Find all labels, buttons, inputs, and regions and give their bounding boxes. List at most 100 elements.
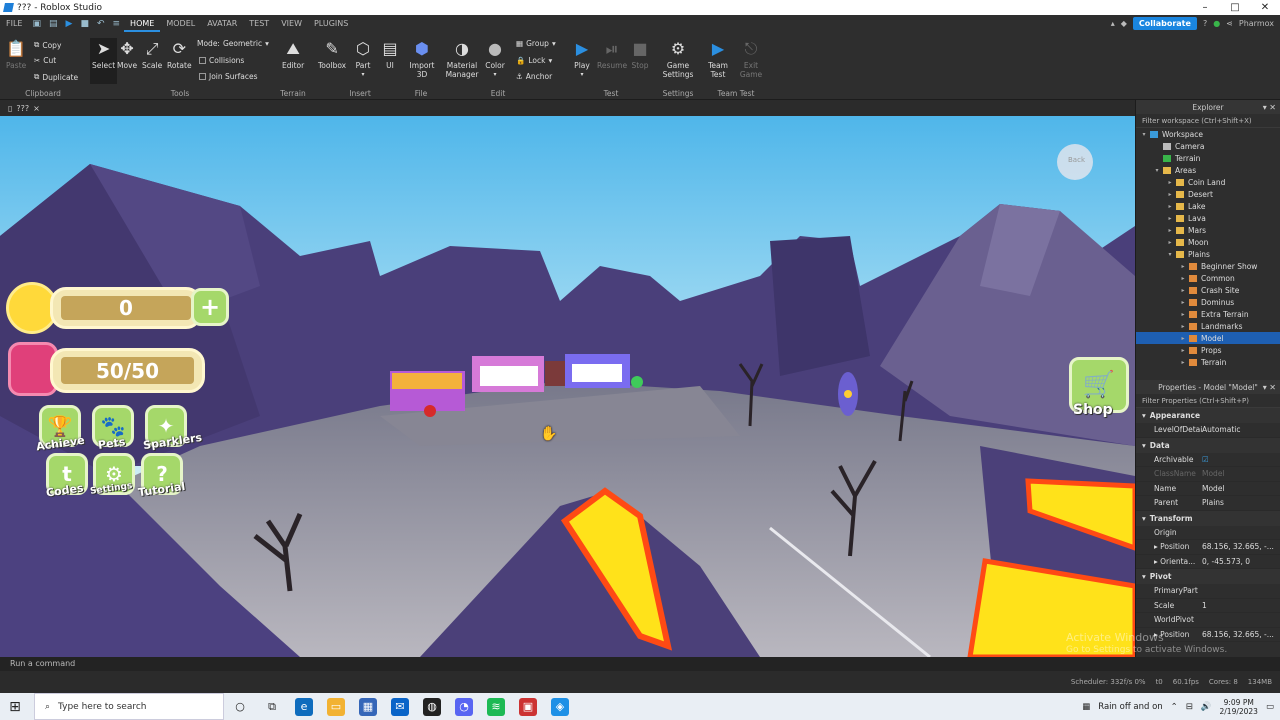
help-icon[interactable]: ? [1203, 19, 1207, 28]
tab-view[interactable]: VIEW [275, 15, 308, 32]
share-icon[interactable]: ⋖ [1226, 19, 1233, 28]
close-panel-icon[interactable]: ▾ ✕ [1263, 103, 1276, 112]
toolbox-button[interactable]: ✎ Toolbox [318, 38, 346, 70]
explorer-item[interactable]: Terrain [1136, 152, 1280, 164]
quick-play-icon[interactable]: ▶ [62, 19, 77, 29]
property-category[interactable]: ▾ Transform [1136, 510, 1280, 526]
expand-arrow-icon[interactable]: ▸ [1179, 359, 1187, 366]
expand-arrow-icon[interactable]: ▸ [1166, 239, 1174, 246]
explorer-item[interactable]: ▸ Dominus [1136, 296, 1280, 308]
anchor-button[interactable]: ⚓ Anchor [516, 72, 552, 81]
expand-arrow-icon[interactable]: ▾ [1140, 131, 1148, 138]
explorer-item[interactable]: ▸ Model [1136, 332, 1280, 344]
explorer-item[interactable]: ▸ Desert [1136, 188, 1280, 200]
collisions-checkbox[interactable]: Collisions [199, 56, 244, 65]
select-tool-button[interactable]: ➤ Select [90, 38, 118, 84]
terrain-editor-button[interactable]: ⛰ Editor [282, 38, 304, 70]
expand-arrow-icon[interactable]: ▸ [1179, 263, 1187, 270]
explorer-item[interactable]: ▸ Props [1136, 344, 1280, 356]
volume-icon[interactable]: 🔊 [1201, 702, 1212, 712]
discord-icon[interactable]: ◔ [455, 697, 473, 716]
duplicate-button[interactable]: ⧉ Duplicate [34, 72, 78, 82]
expand-arrow-icon[interactable]: ▸ [1166, 227, 1174, 234]
property-category[interactable]: ▾ Appearance [1136, 408, 1280, 423]
undo-icon[interactable]: ↶ [93, 19, 109, 29]
explorer-item[interactable]: ▸ Lake [1136, 200, 1280, 212]
tab-avatar[interactable]: AVATAR [201, 15, 243, 32]
collapse-arrow-icon[interactable]: ▾ [1142, 411, 1146, 420]
explorer-item[interactable]: ▸ Coin Land [1136, 176, 1280, 188]
close-panel-icon[interactable]: ▾ ✕ [1263, 383, 1276, 392]
weather-text[interactable]: Rain off and on [1098, 702, 1162, 712]
spotify-icon[interactable]: ≋ [487, 697, 505, 716]
explorer-item[interactable]: ▾ Workspace [1136, 128, 1280, 140]
app-icon[interactable]: ◍ [423, 697, 441, 716]
store-icon[interactable]: ▦ [359, 697, 377, 716]
material-manager-button[interactable]: ◑ Material Manager [446, 38, 479, 79]
property-row[interactable]: LevelOfDetail Automatic [1136, 423, 1280, 438]
notifications-center-icon[interactable]: ▭ [1266, 702, 1274, 712]
team-test-button[interactable]: ▶ Team Test [705, 38, 731, 79]
expand-arrow-icon[interactable]: ▸ [1179, 287, 1187, 294]
maximize-button[interactable]: □ [1220, 0, 1250, 15]
redo-dropdown-icon[interactable]: ≡ [109, 19, 125, 29]
expand-arrow-icon[interactable]: ▸ [1166, 203, 1174, 210]
game-viewport[interactable]: 0 + 50/50 🏆 🐾 ✦ t ⚙ ? Achieve Pets Spark… [0, 116, 1135, 657]
buy-coins-plus-button[interactable]: + [191, 288, 229, 326]
exit-game-button[interactable]: ⎋ Exit Game [738, 38, 764, 79]
user-name[interactable]: Pharmox [1239, 19, 1274, 28]
expand-arrow-icon[interactable]: ▸ [1166, 179, 1174, 186]
expand-arrow-icon[interactable]: ▸ [1166, 191, 1174, 198]
import-3d-button[interactable]: ⬢ Import 3D [408, 38, 436, 79]
expand-arrow-icon[interactable]: ▾ [1166, 251, 1174, 258]
lock-button[interactable]: 🔒 Lock ▾ [516, 56, 552, 65]
save-all-icon[interactable]: ▤ [45, 19, 62, 29]
cortana-icon[interactable]: ○ [231, 698, 249, 716]
property-row[interactable]: Archivable ☑ [1136, 453, 1280, 467]
explorer-item[interactable]: ▾ Plains [1136, 248, 1280, 260]
ui-button[interactable]: ▤ UI [380, 38, 400, 70]
weather-icon[interactable]: ▦ [1082, 702, 1090, 712]
explorer-item[interactable]: ▸ Mars [1136, 224, 1280, 236]
explorer-item[interactable]: ▸ Common [1136, 272, 1280, 284]
collapse-arrow-icon[interactable]: ▾ [1142, 514, 1146, 523]
join-surfaces-checkbox[interactable]: Join Surfaces [199, 72, 258, 81]
tab-model[interactable]: MODEL [160, 15, 201, 32]
explorer-item[interactable]: Camera [1136, 140, 1280, 152]
expand-arrow-icon[interactable]: ▸ [1179, 311, 1187, 318]
expand-arrow-icon[interactable]: ▸ [1179, 275, 1187, 282]
property-value[interactable]: ☑ [1202, 455, 1280, 464]
rotate-tool-button[interactable]: ⟳ Rotate [167, 38, 192, 70]
property-category[interactable]: ▾ Pivot [1136, 569, 1280, 584]
task-view-icon[interactable]: ⧉ [263, 698, 281, 716]
roblox-studio-taskbar-icon[interactable]: ◈ [551, 697, 569, 716]
property-value[interactable]: 1 [1202, 601, 1280, 610]
cut-button[interactable]: ✂ Cut [34, 56, 56, 65]
expand-arrow-icon[interactable]: ▸ [1179, 323, 1187, 330]
collapse-arrow-icon[interactable]: ▾ [1142, 572, 1146, 581]
close-button[interactable]: ✕ [1250, 0, 1280, 15]
expand-arrow-icon[interactable]: ▸ [1179, 335, 1187, 342]
play-button[interactable]: ▶ Play ▾ [572, 38, 592, 79]
scale-tool-button[interactable]: ⤢ Scale [142, 38, 162, 70]
explorer-item[interactable]: ▾ Areas [1136, 164, 1280, 176]
mail-icon[interactable]: ✉ [391, 697, 409, 716]
property-row[interactable]: ▸ Position 68.156, 32.665, -... [1136, 540, 1280, 555]
property-row[interactable]: ClassName Model [1136, 467, 1280, 482]
mode-dropdown[interactable]: Mode: Geometric ▾ [197, 39, 269, 48]
color-button[interactable]: ● Color ▾ [485, 38, 505, 79]
game-settings-button[interactable]: ⚙ Game Settings [663, 38, 694, 79]
part-button[interactable]: ⬡ Part ▾ [353, 38, 373, 79]
move-tool-button[interactable]: ✥ Move [117, 38, 137, 70]
notifications-icon[interactable]: ◆ [1121, 19, 1127, 28]
expand-arrow-icon[interactable]: ▸ [1179, 347, 1187, 354]
map-back-label[interactable]: Back [1068, 156, 1085, 164]
close-tab-icon[interactable]: × [33, 104, 40, 113]
taskbar-search[interactable]: ⌕ Type here to search [34, 693, 224, 720]
group-button[interactable]: ▦ Group ▾ [516, 39, 556, 48]
edge-icon[interactable]: e [295, 697, 313, 716]
explorer-item[interactable]: ▸ Lava [1136, 212, 1280, 224]
document-tab[interactable]: ??? [16, 104, 29, 113]
command-bar-input[interactable]: Run a command [0, 657, 1280, 671]
copy-button[interactable]: ⧉ Copy [34, 40, 61, 50]
